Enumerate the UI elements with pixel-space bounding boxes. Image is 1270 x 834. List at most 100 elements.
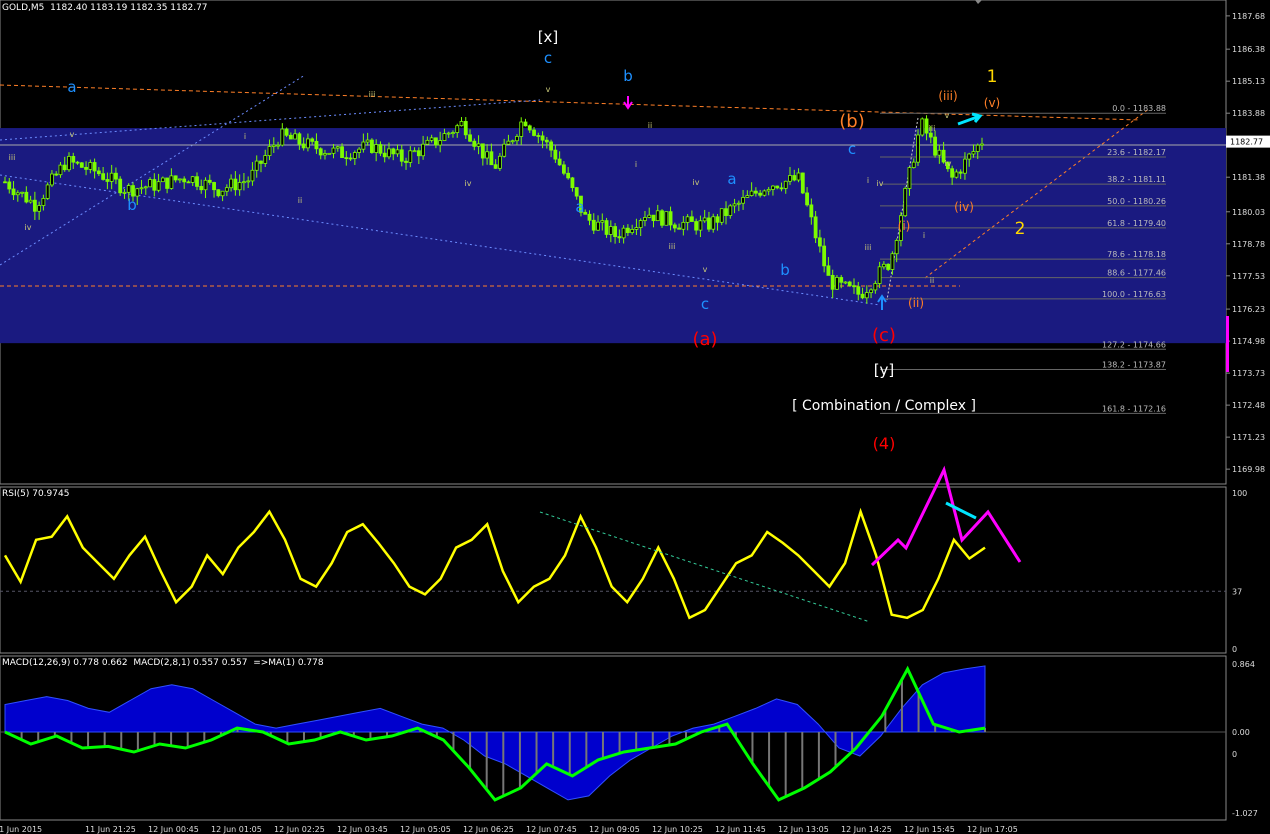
fib-label: 50.0 - 1180.26 xyxy=(1107,197,1166,206)
wave-label-a: a xyxy=(575,198,584,216)
minor-wave-label: iv xyxy=(945,159,952,168)
candle-body xyxy=(186,181,191,184)
rsi-tick-label: 37 xyxy=(1232,587,1242,596)
macd-tick-label: 0 xyxy=(1232,750,1237,759)
candle-body xyxy=(7,181,12,190)
main-header: GOLD,M5 1182.40 1183.19 1182.35 1182.77 xyxy=(2,3,208,13)
wave-label-x: [x] xyxy=(538,28,559,46)
candle-body xyxy=(860,293,865,299)
candle-body xyxy=(536,135,541,137)
time-tick-label: 11 Jun 21:25 xyxy=(85,825,136,834)
price-tick-label: 1174.98 xyxy=(1232,337,1265,346)
candle-body xyxy=(250,169,255,182)
wave-label-1: 1 xyxy=(987,67,998,87)
time-tick-label: 12 Jun 15:45 xyxy=(904,825,955,834)
candle-body xyxy=(681,221,686,230)
candle-body xyxy=(212,182,216,191)
up-right-arrow-icon xyxy=(957,112,983,126)
candle-body xyxy=(318,148,323,156)
candle-body xyxy=(331,147,336,154)
candle-body xyxy=(596,221,600,231)
candle-body xyxy=(45,184,50,199)
time-tick-label: 12 Jun 06:25 xyxy=(463,825,514,834)
candle-body xyxy=(924,118,929,134)
minor-wave-label: iii xyxy=(865,243,872,252)
candle-body xyxy=(967,153,972,160)
candle-body xyxy=(519,121,524,137)
time-tick-label: 12 Jun 11:45 xyxy=(715,825,766,834)
candle-body xyxy=(416,150,421,157)
candle-body xyxy=(24,191,29,203)
candle-body xyxy=(271,144,276,147)
candle-body xyxy=(971,151,976,155)
candle-body xyxy=(527,125,532,131)
candle-body xyxy=(344,157,349,160)
candle-body xyxy=(267,146,272,157)
candle-body xyxy=(50,173,54,186)
minor-wave-label: iv xyxy=(25,223,32,232)
candle-body xyxy=(625,227,630,234)
rsi-line xyxy=(3,507,986,620)
rsi-trend-line xyxy=(539,511,871,623)
candle-body xyxy=(207,179,212,183)
candle-body xyxy=(570,177,575,189)
candle-body xyxy=(877,266,882,284)
candle-body xyxy=(178,178,182,181)
candle-body xyxy=(352,152,357,159)
candle-body xyxy=(62,164,67,171)
candle-body xyxy=(634,227,639,230)
candle-body xyxy=(561,164,566,174)
candle-body xyxy=(613,226,617,238)
candle-body xyxy=(310,138,315,142)
trading-chart[interactable]: 0.0 - 1183.88 23.6 - 1182.17 38.2 - 1181.1… xyxy=(0,0,1270,834)
candle-body xyxy=(195,176,199,187)
candle-body xyxy=(293,133,298,140)
minor-wave-label: iii xyxy=(929,124,936,133)
candle-body xyxy=(114,172,118,180)
candle-body xyxy=(903,188,908,217)
candle-body xyxy=(387,148,391,158)
candle-body xyxy=(169,175,174,189)
candle-body xyxy=(809,204,814,218)
candle-body xyxy=(485,151,490,159)
candle-body xyxy=(813,216,818,239)
time-tick-label: 12 Jun 09:05 xyxy=(589,825,640,834)
candle-body xyxy=(340,146,344,159)
fib-label: 161.8 - 1172.16 xyxy=(1102,404,1166,413)
candle-body xyxy=(156,181,161,191)
shift-marker-icon xyxy=(975,0,982,4)
candle-body xyxy=(11,188,16,196)
candle-body xyxy=(660,210,664,226)
candle-body xyxy=(357,148,362,153)
candle-body xyxy=(148,179,152,188)
wave-label-c: c xyxy=(848,140,856,158)
price-tick-label: 1183.88 xyxy=(1232,109,1265,118)
minor-wave-label: iii xyxy=(369,90,376,99)
candle-body xyxy=(463,121,468,136)
candle-body xyxy=(284,128,289,136)
time-tick-label: 12 Jun 02:25 xyxy=(274,825,325,834)
time-tick-label: 12 Jun 05:05 xyxy=(400,825,451,834)
macd-histogram xyxy=(4,665,986,801)
candle-body xyxy=(374,144,379,153)
candle-body xyxy=(557,158,562,166)
candle-body xyxy=(937,149,942,156)
candle-body xyxy=(796,172,801,181)
price-tick-label: 1187.68 xyxy=(1232,12,1265,21)
candle-body xyxy=(749,190,754,196)
wave-label-4: (4) xyxy=(873,434,896,453)
candle-body xyxy=(382,152,387,158)
candle-body xyxy=(32,199,37,212)
candle-body xyxy=(638,220,643,228)
candle-body xyxy=(655,210,660,222)
candle-body xyxy=(489,151,494,166)
candle-body xyxy=(233,178,238,191)
candle-body xyxy=(399,149,404,162)
candle-body xyxy=(911,161,916,168)
candle-body xyxy=(843,281,848,284)
candle-body xyxy=(190,176,195,183)
macd-pane xyxy=(0,665,1226,802)
candle-body xyxy=(707,217,711,230)
target-zone xyxy=(0,128,1226,344)
candle-body xyxy=(873,283,878,291)
